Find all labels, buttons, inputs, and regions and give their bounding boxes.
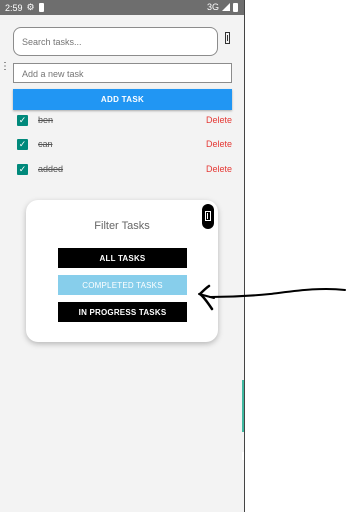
edge-strip — [242, 380, 244, 432]
edge-indicator-icon: ⋮ — [0, 61, 10, 72]
all-tasks-button[interactable]: ALL TASKS — [58, 248, 187, 268]
battery-icon — [233, 2, 238, 12]
completed-tasks-button[interactable]: COMPLETED TASKS — [58, 275, 187, 295]
delete-button[interactable]: Delete — [206, 164, 232, 174]
search-box[interactable] — [13, 27, 218, 56]
add-task-button[interactable]: ADD TASK — [13, 89, 232, 110]
task-checkbox[interactable]: ✓ — [17, 164, 28, 175]
delete-button[interactable]: Delete — [206, 115, 232, 125]
task-checkbox[interactable]: ✓ — [17, 115, 28, 126]
task-checkbox[interactable]: ✓ — [17, 139, 28, 150]
task-text: added — [38, 164, 64, 174]
search-input[interactable] — [20, 36, 214, 48]
modal-title: Filter Tasks — [94, 220, 150, 232]
status-bar: 2:59 ⚙ 3G — [0, 0, 244, 15]
in-progress-tasks-button[interactable]: IN PROGRESS TASKS — [58, 302, 187, 322]
new-task-field[interactable] — [13, 63, 232, 83]
new-task-input[interactable] — [20, 68, 224, 80]
task-row: ✓ can Delete — [0, 137, 244, 155]
gear-icon: ⚙ — [26, 2, 35, 12]
task-row: ✓ ben Delete — [0, 113, 244, 131]
task-text: ben — [38, 115, 54, 125]
task-text: can — [38, 139, 53, 149]
close-modal-button[interactable] — [202, 204, 214, 229]
close-icon — [205, 211, 211, 221]
status-time: 2:59 — [5, 2, 23, 13]
filter-icon[interactable] — [225, 32, 230, 44]
edge-strip — [242, 452, 244, 460]
phone-screen: 2:59 ⚙ 3G ⋮ ADD TASK ✓ ben Delete ✓ can … — [0, 0, 245, 512]
sd-card-icon — [38, 3, 44, 12]
filter-modal: Filter Tasks ALL TASKS COMPLETED TASKS I… — [26, 200, 218, 342]
task-row: ✓ added Delete — [0, 162, 244, 180]
delete-button[interactable]: Delete — [206, 139, 232, 149]
network-type: 3G — [206, 2, 219, 12]
signal-icon — [222, 3, 230, 11]
